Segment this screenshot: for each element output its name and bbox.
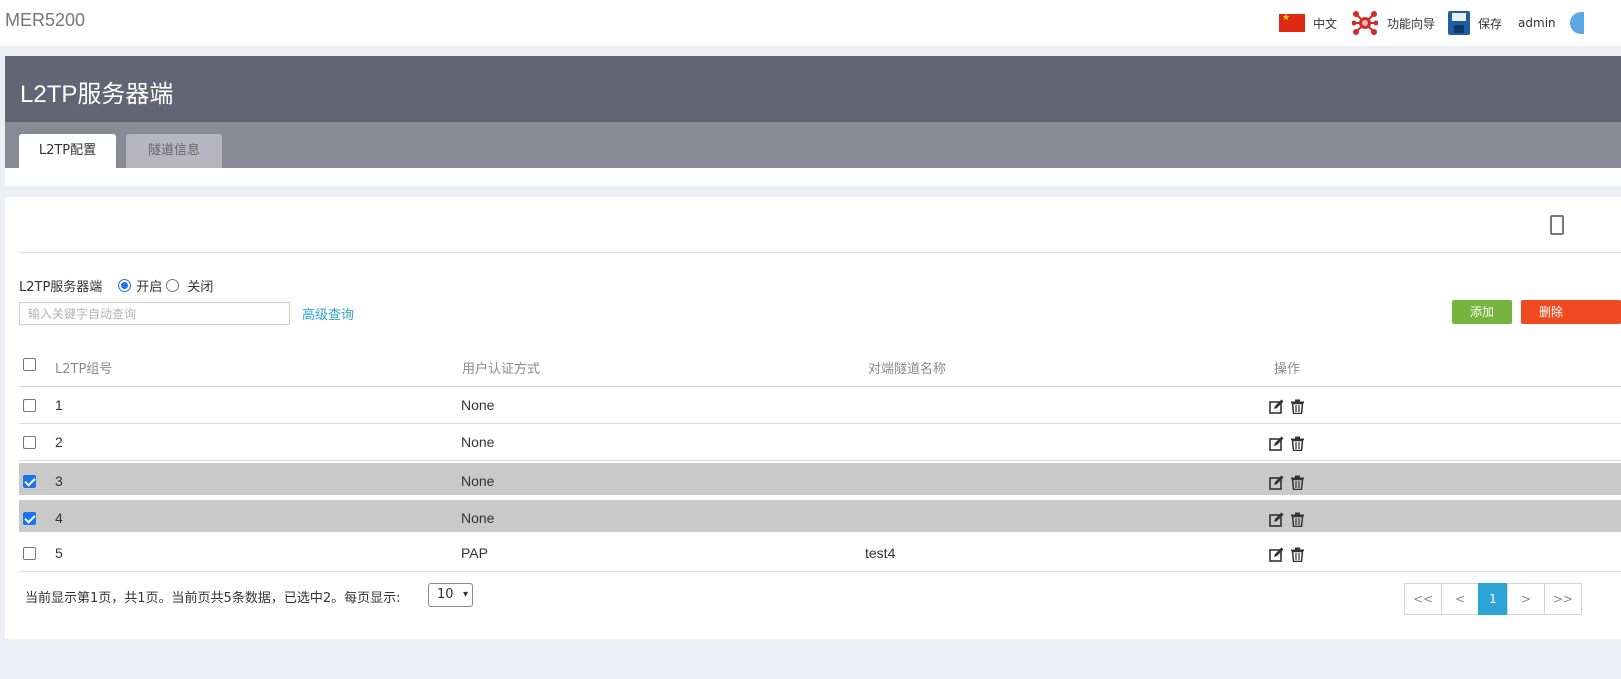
- wizard-icon: [1351, 10, 1379, 36]
- divider: [19, 252, 1621, 253]
- page-title: L2TP服务器端: [20, 81, 174, 108]
- trash-icon[interactable]: [1290, 512, 1305, 528]
- page-first-button[interactable]: <<: [1404, 583, 1442, 615]
- delete-button[interactable]: 删除: [1521, 300, 1621, 324]
- wizard-label: 功能向导: [1387, 16, 1436, 31]
- cell-peer-tunnel: test4: [865, 545, 896, 561]
- user-menu[interactable]: admin: [1518, 16, 1556, 30]
- cell-auth-method: None: [461, 473, 495, 489]
- cell-auth-method: PAP: [461, 545, 488, 561]
- cell-group-id: 1: [55, 397, 63, 413]
- top-bar: MER5200 中文: [0, 0, 1621, 46]
- username: admin: [1518, 16, 1556, 30]
- top-bar-actions: 中文: [1279, 0, 1584, 46]
- china-flag-icon: [1279, 13, 1305, 32]
- row-checkbox[interactable]: [23, 436, 36, 449]
- search-input[interactable]: [19, 302, 290, 325]
- edit-icon[interactable]: [1269, 436, 1284, 451]
- trash-icon[interactable]: [1290, 399, 1305, 415]
- globe-button[interactable]: [1569, 12, 1584, 34]
- table-row[interactable]: 2 None: [19, 424, 1621, 461]
- cell-group-id: 4: [55, 510, 63, 526]
- server-off-label: 关闭: [187, 279, 214, 295]
- edit-icon[interactable]: [1269, 475, 1284, 490]
- globe-icon: [1569, 12, 1584, 34]
- panel-header: L2TP服务器端: [5, 56, 1621, 122]
- page-current-button[interactable]: 1: [1478, 583, 1508, 615]
- page-prev-button[interactable]: <: [1441, 583, 1479, 615]
- language-switch[interactable]: 中文: [1279, 13, 1338, 32]
- tab-l2tp-config[interactable]: L2TP配置: [19, 134, 116, 168]
- table-header: L2TP组号 用户认证方式 对端隧道名称 操作: [19, 347, 1621, 387]
- server-toggle-row: L2TP服务器端 开启 关闭: [19, 276, 214, 295]
- chevron-down-icon: ▾: [462, 589, 468, 600]
- cell-group-id: 5: [55, 545, 63, 561]
- row-checkbox[interactable]: [23, 547, 36, 560]
- page-next-button[interactable]: >: [1507, 583, 1545, 615]
- header-group-id: L2TP组号: [55, 362, 113, 377]
- table-row[interactable]: 4 None: [19, 498, 1621, 535]
- language-label: 中文: [1313, 16, 1338, 31]
- page-size-value: 10: [437, 587, 454, 602]
- tab-bar-footer: [5, 168, 1621, 186]
- server-on-radio[interactable]: [118, 278, 132, 292]
- edit-icon[interactable]: [1269, 547, 1284, 562]
- edit-icon[interactable]: [1269, 399, 1284, 414]
- header-peer-tunnel: 对端隧道名称: [868, 362, 947, 377]
- select-all-checkbox[interactable]: [23, 358, 36, 371]
- trash-icon[interactable]: [1290, 475, 1305, 491]
- server-on-label: 开启: [136, 279, 163, 295]
- cell-group-id: 2: [55, 434, 63, 450]
- save-icon: [1448, 11, 1471, 35]
- tab-tunnel-info[interactable]: 隧道信息: [126, 134, 222, 168]
- tab-bar: L2TP配置 隧道信息: [5, 122, 1621, 168]
- save-label: 保存: [1478, 16, 1503, 31]
- table-body: 1 None 2 None 3 None 4 None 5 PAP test4: [19, 387, 1621, 572]
- page-last-button[interactable]: >>: [1544, 583, 1582, 615]
- table-row[interactable]: 3 None: [19, 461, 1621, 498]
- save-button[interactable]: 保存: [1448, 11, 1502, 35]
- brand-title: MER5200: [5, 10, 86, 30]
- server-off-radio[interactable]: [166, 278, 180, 292]
- add-button[interactable]: 添加: [1452, 300, 1512, 324]
- header-actions: 操作: [1274, 362, 1301, 377]
- trash-icon[interactable]: [1290, 547, 1305, 563]
- wizard-button[interactable]: 功能向导: [1351, 10, 1436, 36]
- cell-auth-method: None: [461, 434, 495, 450]
- header-auth-method: 用户认证方式: [462, 362, 541, 377]
- row-checkbox[interactable]: [23, 475, 36, 488]
- cell-auth-method: None: [461, 510, 495, 526]
- pagination-summary: 当前显示第1页，共1页。当前页共5条数据，已选中2。每页显示:: [25, 591, 401, 606]
- export-icon[interactable]: [1550, 215, 1564, 235]
- server-label: L2TP服务器端: [19, 279, 103, 295]
- advanced-search-link[interactable]: 高级查询: [302, 304, 354, 323]
- row-checkbox[interactable]: [23, 399, 36, 412]
- l2tp-table: L2TP组号 用户认证方式 对端隧道名称 操作 1 None 2 None 3 None 4…: [19, 347, 1621, 572]
- table-row[interactable]: 5 PAP test4: [19, 535, 1621, 572]
- pagination: << < 1 > >>: [1404, 583, 1582, 615]
- edit-icon[interactable]: [1269, 512, 1284, 527]
- page-size-select[interactable]: 10 ▾: [428, 583, 473, 607]
- table-row[interactable]: 1 None: [19, 387, 1621, 424]
- trash-icon[interactable]: [1290, 436, 1305, 452]
- main-content: L2TP服务器端 开启 关闭 高级查询 添加 删除 L2TP组号 用户认证方式 …: [5, 197, 1621, 639]
- cell-group-id: 3: [55, 473, 63, 489]
- row-checkbox[interactable]: [23, 512, 36, 525]
- cell-auth-method: None: [461, 397, 495, 413]
